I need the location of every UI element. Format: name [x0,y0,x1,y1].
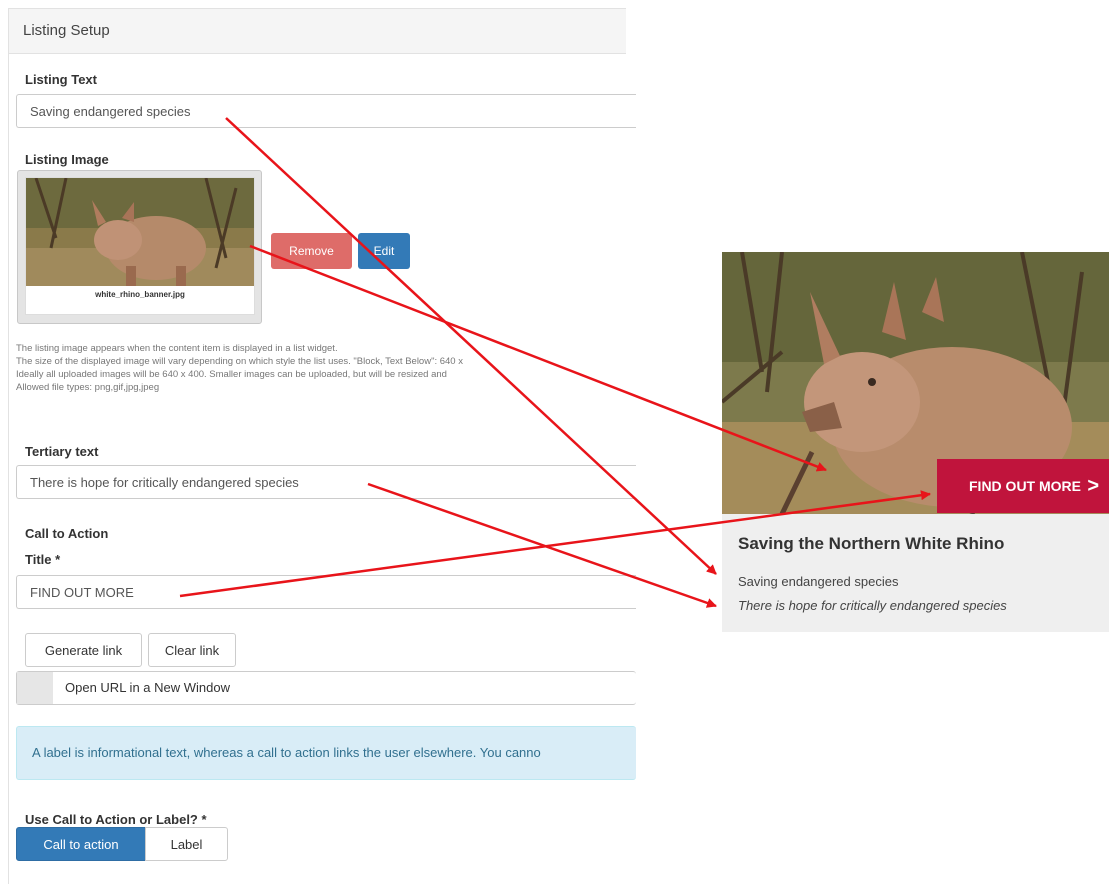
help-line: Ideally all uploaded images will be 640 … [16,369,447,380]
call-to-action-toggle[interactable]: Call to action [16,827,146,861]
listing-image-help: The listing image appears when the conte… [16,342,636,394]
tertiary-text-label: Tertiary text [25,444,99,459]
find-out-more-button[interactable]: FIND OUT MORE > [937,459,1109,513]
listing-text-input[interactable]: Saving endangered species [16,94,636,128]
listing-text-label: Listing Text [25,72,97,87]
use-cta-or-label-label: Use Call to Action or Label? * [25,812,207,827]
clear-link-button[interactable]: Clear link [148,633,236,667]
listing-image-thumbnail: white_rhino_banner.jpg [17,170,262,324]
panel-title: Listing Setup [9,9,626,54]
card-listing-text: Saving endangered species [738,574,899,589]
edit-image-button[interactable]: Edit [358,233,410,269]
info-alert: A label is informational text, whereas a… [16,726,636,780]
rhino-thumbnail-image [26,178,254,286]
tertiary-text-input[interactable]: There is hope for critically endangered … [16,465,636,499]
help-line: The size of the displayed image will var… [16,356,463,367]
generate-link-button[interactable]: Generate link [25,633,142,667]
thumbnail-frame: white_rhino_banner.jpg [25,177,255,315]
help-line: Allowed file types: png,gif,jpg,jpeg [16,382,160,393]
listing-image-label: Listing Image [25,152,109,167]
cta-title-label: Title * [25,552,61,567]
call-to-action-heading: Call to Action [25,526,109,541]
new-window-checkbox[interactable] [17,672,53,704]
label-toggle[interactable]: Label [145,827,228,861]
card-tertiary-text: There is hope for critically endangered … [738,598,1007,613]
image-filename: white_rhino_banner.jpg [95,290,185,299]
cta-title-input[interactable]: FIND OUT MORE [16,575,636,609]
listing-preview-card: FIND OUT MORE > Saving the Northern Whit… [722,252,1109,632]
remove-image-button[interactable]: Remove [271,233,352,269]
help-line: The listing image appears when the conte… [16,343,338,354]
new-window-label: Open URL in a New Window [65,680,230,695]
cta-label: FIND OUT MORE [969,478,1081,494]
new-window-row: Open URL in a New Window [16,671,636,705]
chevron-right-icon: > [1087,475,1099,497]
card-title: Saving the Northern White Rhino [738,534,1005,553]
